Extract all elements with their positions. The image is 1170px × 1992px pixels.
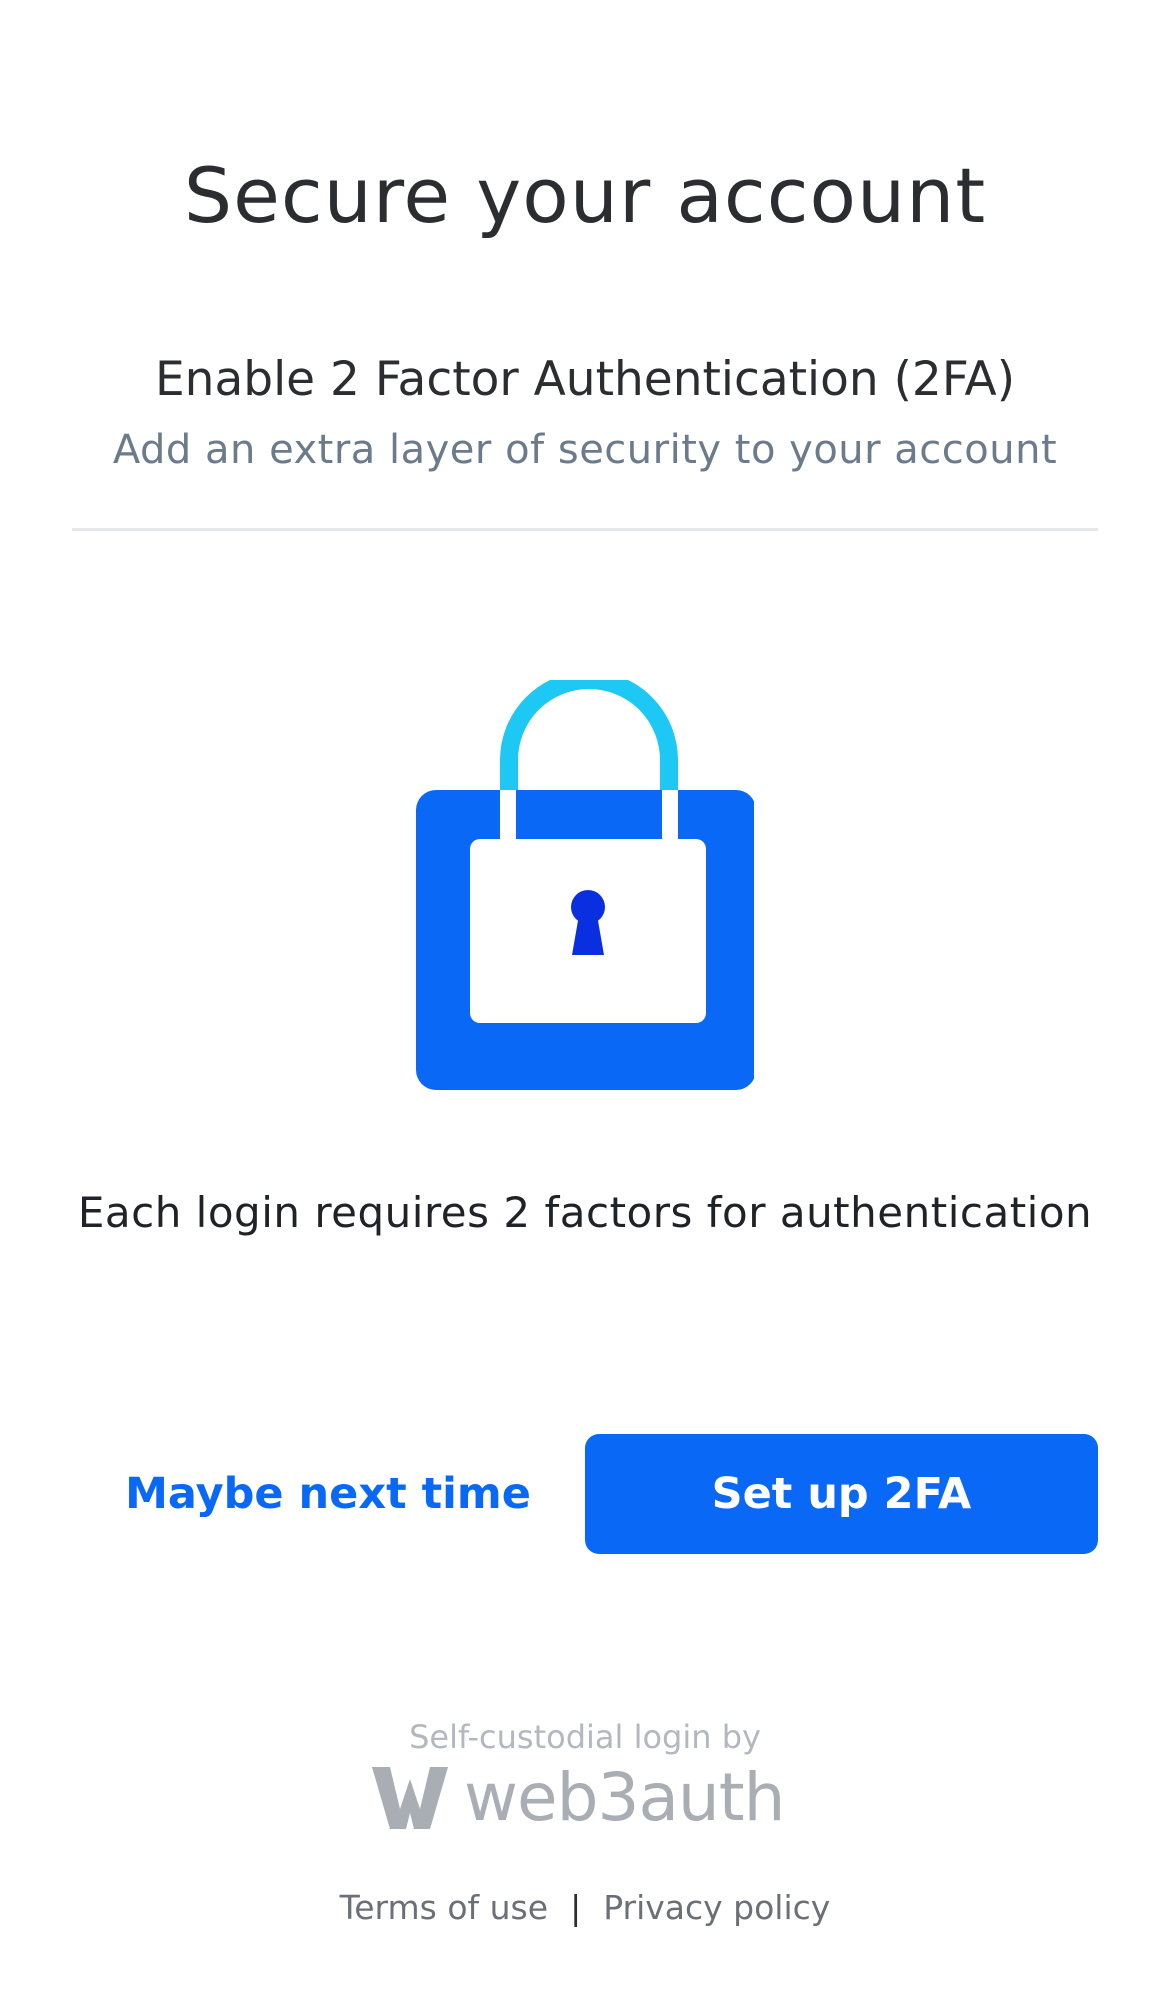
footer-links: Terms of use | Privacy policy — [0, 1888, 1170, 1927]
lock-icon — [416, 680, 754, 1090]
set-up-2fa-button[interactable]: Set up 2FA — [585, 1434, 1098, 1554]
section-title: Enable 2 Factor Authentication (2FA) — [154, 352, 1016, 407]
web3auth-brand: web3auth — [370, 1762, 800, 1834]
divider — [72, 528, 1098, 531]
auth-note: Each login requires 2 factors for authen… — [77, 1188, 1093, 1237]
page-title: Secure your account — [183, 150, 987, 240]
maybe-next-time-button[interactable]: Maybe next time — [72, 1434, 584, 1554]
footer-separator: | — [570, 1888, 582, 1927]
powered-by-label: Self-custodial login by — [409, 1718, 761, 1756]
brand-name: web3auth — [464, 1759, 785, 1836]
web3auth-logo-icon — [372, 1767, 448, 1829]
privacy-policy-link[interactable]: Privacy policy — [603, 1888, 830, 1927]
terms-of-use-link[interactable]: Terms of use — [340, 1888, 548, 1927]
section-subtitle: Add an extra layer of security to your a… — [112, 427, 1058, 473]
